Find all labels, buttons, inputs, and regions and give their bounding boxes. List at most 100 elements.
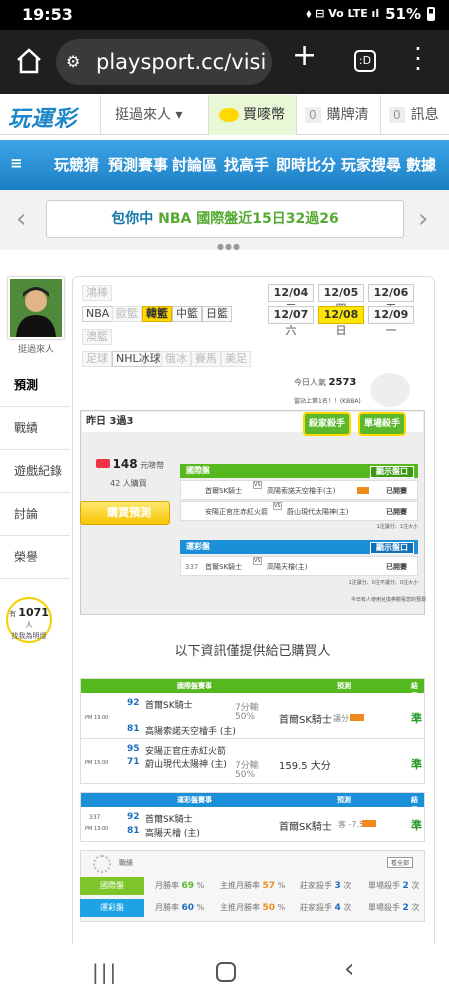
buy-coins-button[interactable]: 買嘜幣 [208, 95, 296, 135]
date-value: 12/07 [273, 308, 309, 321]
nav-item[interactable]: 數據 [406, 154, 436, 175]
profile-name: 挺過來人 [17, 345, 54, 355]
tab-switcher-button[interactable]: :D [354, 50, 376, 72]
live-icon [357, 487, 369, 494]
sport-tab[interactable]: 俄冰 [161, 351, 191, 367]
view-all-button[interactable]: 看全部 [387, 857, 414, 868]
intl-title: 國際盤 [186, 466, 210, 475]
sport-tab[interactable]: NBA [82, 306, 114, 322]
popularity-rank: 當站上第1名！！(KBBA) [294, 398, 361, 405]
sport-tab[interactable]: 日籃 [202, 306, 232, 322]
popularity: 今日人氣 2573 [294, 377, 356, 388]
pick-type: 客 -7.5 [338, 820, 365, 829]
side-tab-honor[interactable]: 榮譽 [0, 536, 70, 579]
stat-label: 主推月勝率 [220, 881, 260, 890]
pick: 首爾SK騎士 [279, 822, 332, 833]
date-tab-selected[interactable]: 12/08 日 [318, 306, 364, 337]
date-tab[interactable]: 12/09 一 [368, 306, 414, 337]
intl-show-odds-button[interactable]: 顯示盤口 [370, 466, 414, 478]
recent-apps-icon[interactable]: ||| [92, 960, 118, 984]
sport-tab[interactable]: 中籃 [172, 306, 202, 322]
record-tw-label: 運彩盤 [80, 899, 144, 917]
game-time: PM 15:00 [85, 760, 109, 766]
status-time: 19:53 [22, 5, 73, 24]
stat-main: 主推月勝率 50 % [220, 903, 286, 913]
sport-tab[interactable]: NHL冰球 [112, 351, 165, 367]
fans-unit: 人 [25, 621, 33, 629]
vs-label: VS [253, 557, 262, 565]
pick: 159.5 大分 [279, 761, 331, 772]
side-tab-discussion[interactable]: 討論 [0, 493, 70, 536]
sport-tab[interactable]: 澳籃 [82, 329, 112, 345]
info-title: 以下資訊僅提供給已購買人 [174, 644, 331, 659]
nav-menu-icon[interactable]: ≡ [10, 154, 23, 172]
nav-item[interactable]: 討論區 [172, 154, 217, 175]
col-game: 國際盤賽事 [177, 682, 212, 690]
team: 首爾SK騎士 [145, 701, 193, 711]
sport-tab[interactable]: 足球 [82, 351, 112, 367]
date-tab[interactable]: 12/04 三 [268, 284, 314, 315]
coin-icon [96, 459, 110, 468]
cart-link[interactable]: 0購牌清單 [296, 95, 380, 163]
team: 安陽正官庄赤紅火箭 [145, 747, 227, 757]
date-tab[interactable]: 12/06 五 [368, 284, 414, 315]
sport-tab[interactable]: 美足 [221, 351, 251, 367]
more-menu-icon[interactable]: · · · [412, 37, 424, 81]
stat-value: 3 [334, 881, 341, 891]
home-button-icon[interactable] [216, 962, 236, 982]
new-tab-icon[interactable]: + [292, 38, 317, 73]
nav-item[interactable]: 玩家搜尋 [341, 154, 401, 175]
intl-header: 國際盤 顯示盤口 [180, 464, 418, 478]
date-tab[interactable]: 12/07 六 [268, 306, 314, 337]
buyers-count: 42 [110, 479, 121, 488]
url-text: playsport.cc/visi [96, 50, 267, 74]
chevron-left-icon[interactable]: ‹ [16, 204, 26, 234]
site-logo[interactable]: 玩運彩 [8, 101, 77, 133]
address-bar[interactable]: ⚙ playsport.cc/visi [56, 39, 272, 85]
col-game: 運彩盤賽事 [177, 796, 212, 804]
side-tab-game-log[interactable]: 遊戲紀錄 [0, 450, 70, 493]
percent: 50% [235, 770, 256, 780]
record-intl-label: 國際盤 [80, 877, 144, 895]
game-number: 337 [89, 814, 101, 821]
nav-item[interactable]: 預測賽事 [108, 154, 168, 175]
carousel-dots: ●●● [217, 242, 241, 251]
side-tab-record[interactable]: 戰績 [0, 407, 70, 450]
team: 高陽索諾天空檜手 (主) [145, 727, 236, 737]
status-bar: 19:53 ⬧ ⊟ Vo LTE ıl 51% [0, 0, 449, 30]
home-icon[interactable] [14, 46, 44, 76]
table-row: PM 15:00 95 安陽正官庄赤紅火箭 71 蔚山現代太陽神 (主) 7分輸 50… [81, 740, 424, 784]
stat-value: 4 [334, 903, 341, 913]
stat-main: 主推月勝率 57 % [220, 881, 286, 891]
stat-kill: 莊家殺手 4 次 [300, 903, 352, 913]
sport-tab[interactable]: 歐籃 [112, 306, 142, 322]
sport-tab[interactable]: 鴻棒 [82, 285, 112, 301]
promo-link[interactable]: 包你中 NBA 國際盤近15日32過26 [46, 200, 404, 238]
message-link[interactable]: 0 訊息 [380, 95, 449, 135]
user-menu[interactable]: 挺過來人 ▾ [100, 95, 208, 135]
signal-icons: ⬧ ⊟ Vo LTE ıl [306, 7, 380, 20]
tw-show-odds-button[interactable]: 顯示盤口 [370, 542, 414, 554]
table-row: PM 13:00 92 首爾SK騎士 81 高陽索諾天空檜手 (主) 7分輸 50% … [81, 694, 424, 739]
site-settings-icon[interactable]: ⚙ [66, 39, 80, 85]
record-title: 戰績 [119, 859, 133, 867]
nav-item[interactable]: 玩競猜 [54, 154, 99, 175]
battery-icon [427, 7, 435, 21]
buy-prediction-button[interactable]: 購買預測 [80, 501, 170, 525]
tw-title: 運彩盤 [186, 542, 210, 551]
tw-header: 運彩盤 顯示盤口 [180, 540, 418, 554]
sport-tab-selected[interactable]: 韓籃 [142, 306, 172, 322]
team-away: 首爾SK騎士 [205, 563, 243, 571]
fans-bulb[interactable]: 有 1071 人找我為明燈 [6, 597, 52, 643]
price-value: 148 [112, 457, 138, 471]
side-tab-predict[interactable]: 預測 [0, 364, 70, 407]
buy-coins-label: 買嘜幣 [243, 107, 285, 123]
back-icon[interactable]: ‹ [344, 954, 354, 984]
chevron-right-icon[interactable]: › [418, 204, 428, 234]
sport-tab[interactable]: 賽馬 [191, 351, 221, 367]
nav-item[interactable]: 即時比分 [276, 154, 336, 175]
nav-item[interactable]: 找高手 [224, 154, 269, 175]
date-value: 12/04 [273, 286, 309, 299]
date-tab[interactable]: 12/05 四 [318, 284, 364, 315]
stat-label: 莊家殺手 [300, 881, 332, 890]
